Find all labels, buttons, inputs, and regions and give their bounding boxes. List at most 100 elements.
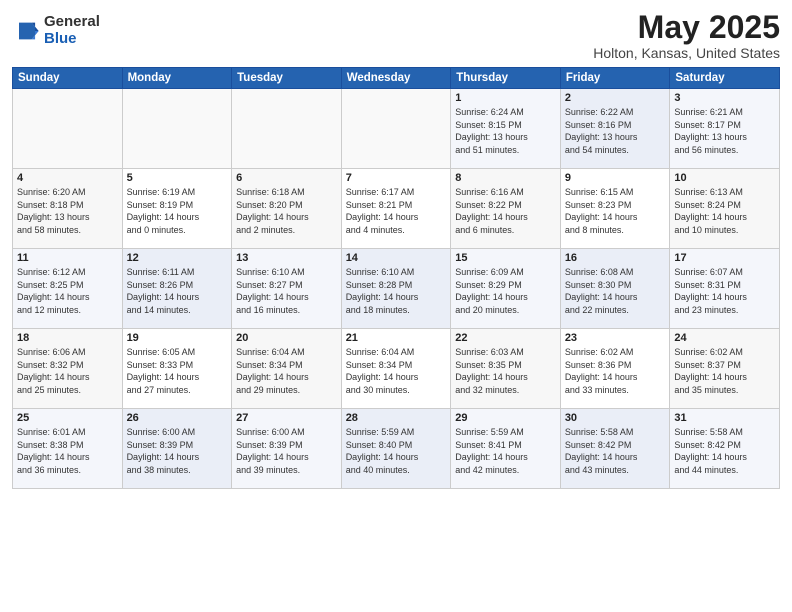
day-info: Sunrise: 5:58 AM Sunset: 8:42 PM Dayligh… bbox=[565, 426, 666, 476]
calendar-cell bbox=[232, 89, 342, 169]
day-number: 6 bbox=[236, 172, 337, 184]
day-info: Sunrise: 6:00 AM Sunset: 8:39 PM Dayligh… bbox=[127, 426, 228, 476]
day-info: Sunrise: 6:16 AM Sunset: 8:22 PM Dayligh… bbox=[455, 186, 556, 236]
calendar-cell: 2 Sunrise: 6:22 AM Sunset: 8:16 PM Daylig… bbox=[560, 89, 670, 169]
calendar-cell: 20 Sunrise: 6:04 AM Sunset: 8:34 PM Dayli… bbox=[232, 329, 342, 409]
day-number: 1 bbox=[455, 92, 556, 104]
day-number: 7 bbox=[346, 172, 447, 184]
calendar-cell bbox=[13, 89, 123, 169]
day-number: 9 bbox=[565, 172, 666, 184]
calendar-cell: 5 Sunrise: 6:19 AM Sunset: 8:19 PM Daylig… bbox=[122, 169, 232, 249]
day-number: 22 bbox=[455, 332, 556, 344]
page-header: General Blue May 2025 Holton, Kansas, Un… bbox=[12, 10, 780, 61]
calendar-cell: 24 Sunrise: 6:02 AM Sunset: 8:37 PM Dayli… bbox=[670, 329, 780, 409]
day-number: 29 bbox=[455, 412, 556, 424]
calendar-week-1: 1 Sunrise: 6:24 AM Sunset: 8:15 PM Daylig… bbox=[13, 89, 780, 169]
col-monday: Monday bbox=[122, 68, 232, 89]
calendar-cell: 31 Sunrise: 5:58 AM Sunset: 8:42 PM Dayli… bbox=[670, 409, 780, 489]
day-number: 2 bbox=[565, 92, 666, 104]
logo-text: General Blue bbox=[44, 14, 100, 47]
day-info: Sunrise: 6:17 AM Sunset: 8:21 PM Dayligh… bbox=[346, 186, 447, 236]
logo-general: General bbox=[44, 14, 100, 31]
day-info: Sunrise: 6:18 AM Sunset: 8:20 PM Dayligh… bbox=[236, 186, 337, 236]
day-info: Sunrise: 6:19 AM Sunset: 8:19 PM Dayligh… bbox=[127, 186, 228, 236]
calendar-cell: 4Sunrise: 6:20 AM Sunset: 8:18 PM Daylig… bbox=[13, 169, 123, 249]
calendar-cell: 3Sunrise: 6:21 AM Sunset: 8:17 PM Daylig… bbox=[670, 89, 780, 169]
day-info: Sunrise: 6:00 AM Sunset: 8:39 PM Dayligh… bbox=[236, 426, 337, 476]
day-number: 20 bbox=[236, 332, 337, 344]
col-sunday: Sunday bbox=[13, 68, 123, 89]
page-container: General Blue May 2025 Holton, Kansas, Un… bbox=[0, 0, 792, 612]
calendar-cell: 30 Sunrise: 5:58 AM Sunset: 8:42 PM Dayli… bbox=[560, 409, 670, 489]
day-info: Sunrise: 6:06 AM Sunset: 8:32 PM Dayligh… bbox=[17, 346, 118, 396]
day-number: 28 bbox=[346, 412, 447, 424]
calendar-cell: 1 Sunrise: 6:24 AM Sunset: 8:15 PM Daylig… bbox=[451, 89, 561, 169]
calendar-title: May 2025 bbox=[593, 10, 780, 45]
calendar-week-5: 25Sunrise: 6:01 AM Sunset: 8:38 PM Dayli… bbox=[13, 409, 780, 489]
day-number: 30 bbox=[565, 412, 666, 424]
calendar-cell: 7 Sunrise: 6:17 AM Sunset: 8:21 PM Daylig… bbox=[341, 169, 451, 249]
day-number: 16 bbox=[565, 252, 666, 264]
calendar-cell: 14Sunrise: 6:10 AM Sunset: 8:28 PM Dayli… bbox=[341, 249, 451, 329]
day-number: 26 bbox=[127, 412, 228, 424]
day-number: 13 bbox=[236, 252, 337, 264]
calendar-week-4: 18 Sunrise: 6:06 AM Sunset: 8:32 PM Dayli… bbox=[13, 329, 780, 409]
day-number: 27 bbox=[236, 412, 337, 424]
calendar-week-3: 11Sunrise: 6:12 AM Sunset: 8:25 PM Dayli… bbox=[13, 249, 780, 329]
calendar-cell: 29 Sunrise: 5:59 AM Sunset: 8:41 PM Dayli… bbox=[451, 409, 561, 489]
day-number: 10 bbox=[674, 172, 775, 184]
calendar-location: Holton, Kansas, United States bbox=[593, 45, 780, 61]
day-info: Sunrise: 6:13 AM Sunset: 8:24 PM Dayligh… bbox=[674, 186, 775, 236]
day-number: 5 bbox=[127, 172, 228, 184]
day-info: Sunrise: 6:08 AM Sunset: 8:30 PM Dayligh… bbox=[565, 266, 666, 316]
calendar-table: Sunday Monday Tuesday Wednesday Thursday… bbox=[12, 67, 780, 489]
calendar-cell: 13 Sunrise: 6:10 AM Sunset: 8:27 PM Dayli… bbox=[232, 249, 342, 329]
calendar-cell: 18 Sunrise: 6:06 AM Sunset: 8:32 PM Dayli… bbox=[13, 329, 123, 409]
calendar-cell: 25Sunrise: 6:01 AM Sunset: 8:38 PM Dayli… bbox=[13, 409, 123, 489]
day-info: Sunrise: 6:24 AM Sunset: 8:15 PM Dayligh… bbox=[455, 106, 556, 156]
day-number: 8 bbox=[455, 172, 556, 184]
calendar-cell: 28 Sunrise: 5:59 AM Sunset: 8:40 PM Dayli… bbox=[341, 409, 451, 489]
day-number: 18 bbox=[17, 332, 118, 344]
day-number: 15 bbox=[455, 252, 556, 264]
calendar-cell: 6 Sunrise: 6:18 AM Sunset: 8:20 PM Daylig… bbox=[232, 169, 342, 249]
logo: General Blue bbox=[12, 14, 100, 47]
calendar-cell: 17 Sunrise: 6:07 AM Sunset: 8:31 PM Dayli… bbox=[670, 249, 780, 329]
day-number: 24 bbox=[674, 332, 775, 344]
col-thursday: Thursday bbox=[451, 68, 561, 89]
col-wednesday: Wednesday bbox=[341, 68, 451, 89]
calendar-cell: 27 Sunrise: 6:00 AM Sunset: 8:39 PM Dayli… bbox=[232, 409, 342, 489]
day-info: Sunrise: 6:02 AM Sunset: 8:37 PM Dayligh… bbox=[674, 346, 775, 396]
day-number: 31 bbox=[674, 412, 775, 424]
calendar-cell: 10 Sunrise: 6:13 AM Sunset: 8:24 PM Dayli… bbox=[670, 169, 780, 249]
day-number: 11 bbox=[17, 252, 118, 264]
day-info: Sunrise: 6:22 AM Sunset: 8:16 PM Dayligh… bbox=[565, 106, 666, 156]
day-number: 14 bbox=[346, 252, 447, 264]
day-info: Sunrise: 6:09 AM Sunset: 8:29 PM Dayligh… bbox=[455, 266, 556, 316]
day-info: Sunrise: 5:59 AM Sunset: 8:40 PM Dayligh… bbox=[346, 426, 447, 476]
calendar-cell: 11Sunrise: 6:12 AM Sunset: 8:25 PM Dayli… bbox=[13, 249, 123, 329]
day-info: Sunrise: 6:02 AM Sunset: 8:36 PM Dayligh… bbox=[565, 346, 666, 396]
title-block: May 2025 Holton, Kansas, United States bbox=[593, 10, 780, 61]
day-info: Sunrise: 6:15 AM Sunset: 8:23 PM Dayligh… bbox=[565, 186, 666, 236]
day-info: Sunrise: 5:59 AM Sunset: 8:41 PM Dayligh… bbox=[455, 426, 556, 476]
day-info: Sunrise: 6:10 AM Sunset: 8:27 PM Dayligh… bbox=[236, 266, 337, 316]
day-info: Sunrise: 6:04 AM Sunset: 8:34 PM Dayligh… bbox=[346, 346, 447, 396]
calendar-header-row: Sunday Monday Tuesday Wednesday Thursday… bbox=[13, 68, 780, 89]
logo-blue: Blue bbox=[44, 31, 100, 48]
logo-icon bbox=[12, 17, 40, 45]
day-info: Sunrise: 6:20 AM Sunset: 8:18 PM Dayligh… bbox=[17, 186, 118, 236]
day-info: Sunrise: 6:07 AM Sunset: 8:31 PM Dayligh… bbox=[674, 266, 775, 316]
calendar-cell: 19Sunrise: 6:05 AM Sunset: 8:33 PM Dayli… bbox=[122, 329, 232, 409]
calendar-cell bbox=[122, 89, 232, 169]
day-info: Sunrise: 6:21 AM Sunset: 8:17 PM Dayligh… bbox=[674, 106, 775, 156]
calendar-cell: 8 Sunrise: 6:16 AM Sunset: 8:22 PM Daylig… bbox=[451, 169, 561, 249]
day-info: Sunrise: 5:58 AM Sunset: 8:42 PM Dayligh… bbox=[674, 426, 775, 476]
day-number: 21 bbox=[346, 332, 447, 344]
day-info: Sunrise: 6:01 AM Sunset: 8:38 PM Dayligh… bbox=[17, 426, 118, 476]
calendar-cell: 16 Sunrise: 6:08 AM Sunset: 8:30 PM Dayli… bbox=[560, 249, 670, 329]
day-number: 17 bbox=[674, 252, 775, 264]
day-info: Sunrise: 6:04 AM Sunset: 8:34 PM Dayligh… bbox=[236, 346, 337, 396]
calendar-cell: 12Sunrise: 6:11 AM Sunset: 8:26 PM Dayli… bbox=[122, 249, 232, 329]
day-info: Sunrise: 6:05 AM Sunset: 8:33 PM Dayligh… bbox=[127, 346, 228, 396]
